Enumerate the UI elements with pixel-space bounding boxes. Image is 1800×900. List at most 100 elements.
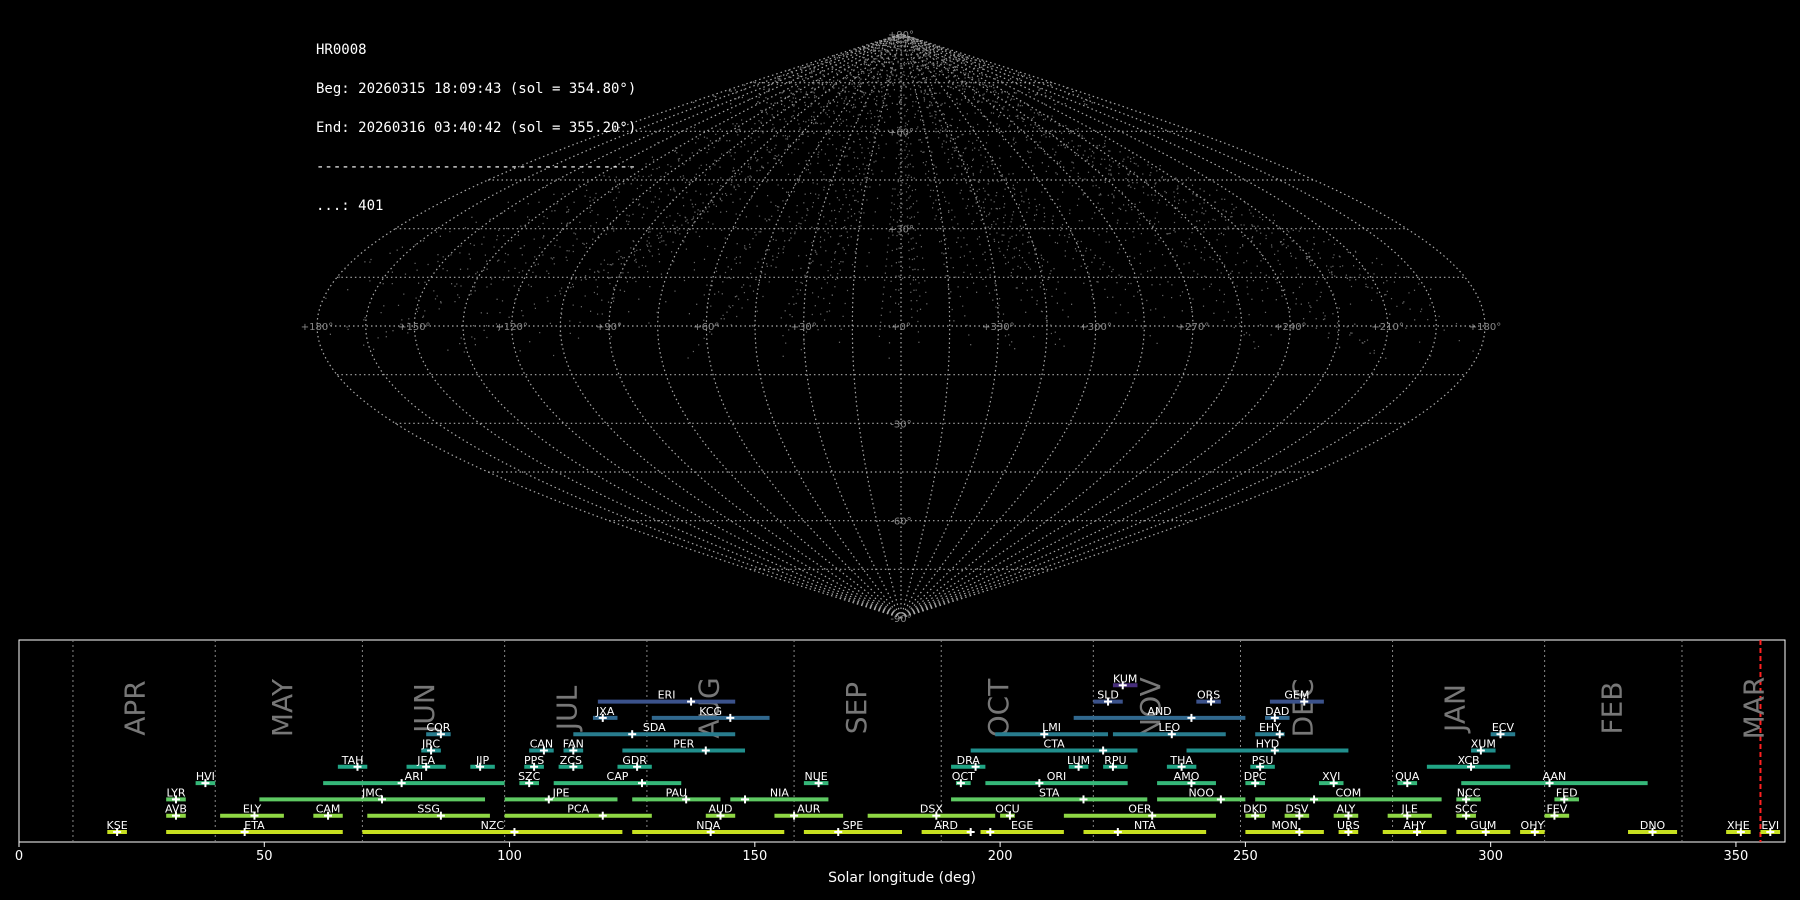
month-label: MAY [266,678,299,737]
latitude-label: +90° [888,30,914,41]
shower-label: AUR [797,803,821,816]
shower-label: ECV [1492,721,1515,734]
shower-label: JRC [421,738,440,751]
shower-label: AHY [1403,819,1426,832]
shower-label: DAD [1265,705,1289,718]
shower-label: GEM [1284,689,1309,702]
shower-label: JXA [595,705,615,718]
shower-label: JLE [1401,803,1418,816]
shower-label: AMO [1174,770,1200,783]
shower-label: ERI [658,689,676,702]
sky-map: +180° +150° +120° +90° +60° +30° +0° +330° +300°… [301,30,1501,625]
x-tick-label: 50 [256,849,273,864]
shower-label: JMC [361,786,383,799]
latitude-label: -60° [890,517,911,528]
shower-label: NDA [696,819,721,832]
longitude-label: +300° [1079,322,1111,333]
latitude-label: -90° [890,614,911,625]
shower-label: PSU [1252,754,1274,767]
shower-label: DKD [1243,803,1267,816]
shower-label: LMI [1042,721,1061,734]
month-label: DEC [1286,679,1319,738]
latitude-label: -30° [890,419,911,430]
shower-label: SPE [843,819,864,832]
longitude-label: +120° [495,322,527,333]
shower-label: EVI [1761,819,1779,832]
longitude-label: +90° [596,322,622,333]
shower-label: DSV [1285,803,1308,816]
shower-label: CAN [530,738,553,751]
shower-label: JEA [416,754,435,767]
longitude-label: +210° [1371,322,1403,333]
longitude-label: +330° [982,322,1014,333]
shower-label: MON [1271,819,1297,832]
meridian-line [803,33,902,619]
shower-label: SSG [417,803,440,816]
shower-label: SCC [1455,803,1478,816]
shower-label: KSE [107,819,128,832]
month-label: SEP [840,682,873,734]
info-separator: -------------------------------------- [316,159,637,175]
shower-label: HVI [196,770,215,783]
meteor-count: ...: 401 [316,198,384,214]
longitude-label: +240° [1274,322,1306,333]
shower-label: KUM [1113,672,1137,685]
shower-label: ALY [1336,803,1355,816]
shower-label: JPE [552,786,570,799]
x-tick-label: 250 [1233,849,1258,864]
month-label: JUL [550,685,583,732]
x-axis: 0 50 100 150 200 250 300 350 [15,842,1748,864]
shower-label: OCU [995,803,1019,816]
shower-label: XUM [1471,738,1496,751]
month-label: JAN [1438,684,1471,734]
shower-label: THA [1169,754,1193,767]
latitude-label: +30° [888,225,914,236]
shower-label: LEO [1158,721,1180,734]
longitude-label: +270° [1177,322,1209,333]
shower-label: JIP [475,754,489,767]
month-label: FEB [1595,681,1628,734]
longitude-label: +180° [301,322,333,333]
shower-label: LYR [166,786,185,799]
shower-label: NUE [805,770,828,783]
latitude-label: +60° [888,127,914,138]
shower-label: EGE [1011,819,1033,832]
station-id: HR0008 [316,42,367,58]
shower-label: GUM [1470,819,1496,832]
shower-label: GDR [622,754,647,767]
shower-label: FEV [1546,803,1567,816]
plot-frame [18,639,1786,843]
shower-label: CAM [316,803,341,816]
shower-label: FED [1556,786,1578,799]
shower-label: NTA [1134,819,1156,832]
x-tick-label: 300 [1478,849,1503,864]
x-tick-label: 100 [497,849,522,864]
shower-label: ZCS [560,754,582,767]
shower-label: URS [1337,819,1360,832]
shower-label: NZC [481,819,505,832]
begin-time: Beg: 20260315 18:09:43 (sol = 354.80°) [316,81,637,97]
shower-label: AAN [1543,770,1567,783]
shower-label: KCG [699,705,722,718]
shower-label: AND [1147,705,1171,718]
month-label: MAR [1738,677,1771,740]
shower-label: XCB [1458,754,1480,767]
shower-label: NCC [1457,786,1481,799]
shower-bars: KSE ETA NZC NDA SPE ARD EGE NTA MON URS AHY GUM OHY D… [107,672,1781,836]
longitude-label: +30° [791,322,817,333]
shower-label: ORS [1197,689,1220,702]
shower-label: OER [1128,803,1152,816]
shower-label: DSX [920,803,943,816]
shower-timeline-chart: APR MAY JUN JUL AUG SEP OCT NOV DEC JAN FEB MAR KSE… [15,639,1786,886]
shower-label: PCA [567,803,589,816]
month-labels: APR MAY JUN JUL AUG SEP OCT NOV DEC JAN FEB MAR [119,677,1771,740]
shower-label: DPC [1244,770,1267,783]
info-panel: HR0008 Beg: 20260315 18:09:43 (sol = 354… [316,18,636,226]
shower-label: OHY [1521,819,1545,832]
shower-label: PPS [524,754,544,767]
month-label: OCT [982,678,1015,738]
shower-label: HYD [1256,738,1279,751]
shower-label: COR [426,721,450,734]
shower-label: SZC [518,770,541,783]
shower-label: XVI [1322,770,1340,783]
